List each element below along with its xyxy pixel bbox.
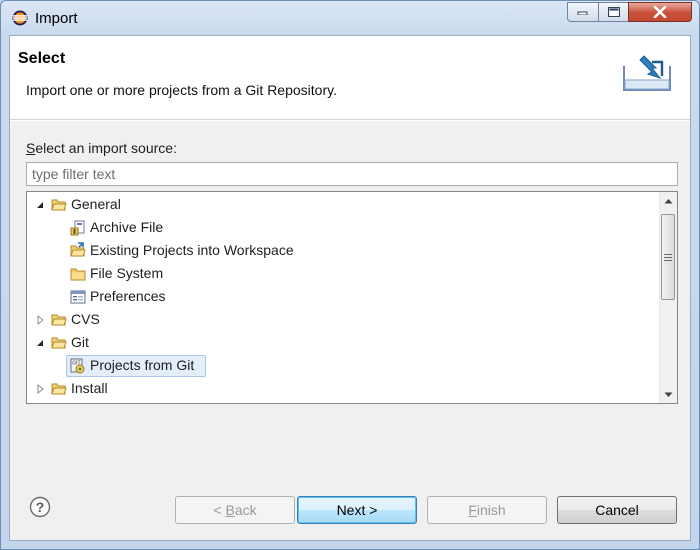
folder-open-icon bbox=[51, 199, 67, 211]
back-button-accel: B bbox=[225, 502, 235, 518]
git-project-icon: GIT bbox=[70, 358, 85, 374]
header-separator bbox=[10, 120, 690, 121]
collapsed-arrow-icon[interactable] bbox=[35, 315, 45, 325]
tree-item-label: Preferences bbox=[90, 288, 166, 304]
import-source-label: Select an import source: bbox=[26, 140, 177, 156]
existing-projects-icon bbox=[70, 242, 86, 257]
tree-item-label: Install bbox=[71, 380, 108, 396]
tree-item-cvs[interactable]: CVS bbox=[27, 309, 657, 331]
help-icon[interactable]: ? bbox=[29, 496, 51, 518]
tree-item-general[interactable]: General bbox=[27, 194, 657, 216]
close-icon bbox=[653, 6, 667, 18]
dialog-body: Select Import one or more projects from … bbox=[9, 35, 691, 541]
minimize-icon bbox=[577, 11, 588, 15]
maximize-button[interactable] bbox=[598, 2, 629, 22]
import-source-tree[interactable]: General Archive File Existing Projects i… bbox=[26, 191, 678, 404]
tree-item-install[interactable]: Install bbox=[27, 378, 657, 400]
cancel-button-label: Cancel bbox=[595, 502, 639, 518]
tree-item-archive-file[interactable]: Archive File bbox=[27, 217, 657, 239]
next-button-label: Next > bbox=[336, 502, 378, 518]
import-source-label-rest: elect an import source: bbox=[35, 140, 177, 156]
import-wizard-banner-icon bbox=[623, 55, 671, 91]
wizard-header: Select Import one or more projects from … bbox=[10, 36, 690, 120]
finish-button-accel: F bbox=[468, 502, 477, 518]
tree-item-label: Git bbox=[71, 334, 89, 350]
import-dialog: Import Select Import one or more project… bbox=[0, 0, 700, 550]
preferences-icon bbox=[70, 290, 86, 304]
filter-input[interactable] bbox=[26, 162, 678, 186]
tree-item-label: CVS bbox=[71, 311, 100, 327]
window-title: Import bbox=[35, 10, 78, 27]
folder-open-icon bbox=[51, 337, 67, 349]
tree-item-projects-from-git[interactable]: GIT Projects from Git bbox=[27, 355, 657, 377]
scroll-thumb[interactable] bbox=[661, 214, 675, 300]
folder-icon bbox=[70, 268, 86, 281]
tree-item-preferences[interactable]: Preferences bbox=[27, 286, 657, 308]
svg-text:?: ? bbox=[36, 499, 45, 515]
finish-button-rest: inish bbox=[476, 502, 506, 518]
collapsed-arrow-icon[interactable] bbox=[35, 384, 45, 394]
grip-icon bbox=[664, 254, 672, 261]
scroll-up-button[interactable] bbox=[660, 192, 677, 209]
tree-item-file-system[interactable]: File System bbox=[27, 263, 657, 285]
tree-item-label: Projects from Git bbox=[90, 357, 195, 373]
expanded-arrow-icon[interactable] bbox=[35, 338, 45, 348]
scroll-down-button[interactable] bbox=[660, 386, 677, 403]
minimize-button[interactable] bbox=[567, 2, 599, 22]
back-button[interactable]: < Back bbox=[175, 496, 295, 524]
cancel-button[interactable]: Cancel bbox=[557, 496, 677, 524]
tree-item-label: Archive File bbox=[90, 219, 164, 235]
back-button-rest: ack bbox=[234, 502, 257, 518]
scroll-up-arrow-icon bbox=[664, 198, 673, 203]
folder-open-icon bbox=[51, 383, 67, 395]
tree-vertical-scrollbar[interactable] bbox=[659, 192, 677, 403]
page-description: Import one or more projects from a Git R… bbox=[26, 82, 337, 98]
tree-item-label: Existing Projects into Workspace bbox=[90, 242, 294, 258]
tree-item-existing-projects[interactable]: Existing Projects into Workspace bbox=[27, 240, 657, 262]
import-source-label-accel: S bbox=[26, 140, 36, 156]
title-bar[interactable]: Import bbox=[1, 1, 699, 35]
archive-file-icon bbox=[70, 220, 85, 236]
finish-button[interactable]: Finish bbox=[427, 496, 547, 524]
maximize-icon bbox=[607, 7, 620, 17]
close-button[interactable] bbox=[628, 2, 692, 22]
tree-item-label: File System bbox=[90, 265, 164, 281]
page-title: Select bbox=[18, 50, 66, 67]
next-button[interactable]: Next > bbox=[297, 496, 417, 524]
folder-open-icon bbox=[51, 314, 67, 326]
tree-item-label: General bbox=[71, 196, 121, 212]
tree-item-git[interactable]: Git bbox=[27, 332, 657, 354]
scroll-down-arrow-icon bbox=[664, 392, 673, 397]
eclipse-icon bbox=[12, 10, 28, 26]
expanded-arrow-icon[interactable] bbox=[35, 200, 45, 210]
back-button-prefix: < bbox=[213, 502, 226, 518]
